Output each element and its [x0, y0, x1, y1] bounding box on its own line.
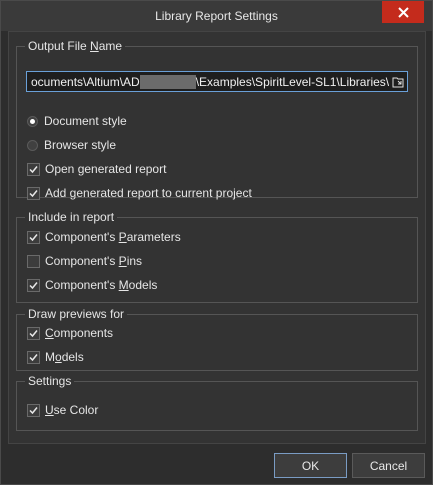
- settings-group: Settings Use Color: [16, 374, 418, 431]
- pins-option[interactable]: Component's Pins: [27, 253, 142, 269]
- include-group-title: Include in report: [25, 210, 118, 224]
- preview-models-checkbox[interactable]: [27, 350, 40, 364]
- preview-components-option[interactable]: Components: [27, 325, 113, 341]
- close-button[interactable]: [382, 1, 424, 23]
- output-file-group-title: Output File Name: [25, 39, 126, 53]
- checkmark-icon: [29, 406, 38, 414]
- document-style-option[interactable]: Document style: [27, 113, 127, 129]
- use-color-option[interactable]: Use Color: [27, 402, 98, 418]
- settings-group-title: Settings: [25, 374, 75, 388]
- preview-components-checkbox[interactable]: [27, 326, 40, 340]
- open-report-option[interactable]: Open generated report: [27, 161, 166, 177]
- pins-checkbox[interactable]: [27, 254, 40, 268]
- previews-group-title: Draw previews for: [25, 307, 128, 321]
- settings-panel: Output File Name ocuments\Altium\AD \Exam…: [8, 31, 426, 444]
- add-report-option[interactable]: Add generated report to current project: [27, 185, 252, 201]
- browse-file-icon[interactable]: [389, 72, 407, 91]
- close-icon: [397, 6, 409, 18]
- checkmark-icon: [29, 165, 38, 173]
- checkmark-icon: [29, 329, 38, 337]
- redacted-block: [139, 74, 196, 89]
- models-option[interactable]: Component's Models: [27, 277, 157, 293]
- models-checkbox[interactable]: [27, 278, 40, 292]
- params-option[interactable]: Component's Parameters: [27, 229, 181, 245]
- params-checkbox[interactable]: [27, 230, 40, 244]
- dialog-window: Library Report Settings Output File Name…: [0, 0, 433, 485]
- preview-models-option[interactable]: Models: [27, 349, 84, 365]
- document-style-radio[interactable]: [27, 115, 38, 127]
- dialog-title: Library Report Settings: [155, 9, 278, 23]
- output-path-value: ocuments\Altium\AD \Examples\SpiritLevel-…: [31, 74, 389, 89]
- checkmark-icon: [29, 353, 38, 361]
- cancel-button[interactable]: Cancel: [352, 453, 425, 478]
- output-file-group: Output File Name ocuments\Altium\AD \Exam…: [16, 39, 418, 201]
- checkmark-icon: [29, 281, 38, 289]
- checkmark-icon: [29, 189, 38, 197]
- checkmark-icon: [29, 233, 38, 241]
- previews-group: Draw previews for Components Models: [16, 307, 418, 371]
- add-report-checkbox[interactable]: [27, 186, 40, 200]
- ok-button[interactable]: OK: [274, 453, 347, 478]
- title-bar: Library Report Settings: [1, 1, 432, 31]
- browser-style-option[interactable]: Browser style: [27, 137, 116, 153]
- include-group: Include in report Component's Parameters…: [16, 210, 418, 303]
- open-report-checkbox[interactable]: [27, 162, 40, 176]
- output-path-input[interactable]: ocuments\Altium\AD \Examples\SpiritLevel-…: [26, 71, 408, 92]
- browser-style-radio[interactable]: [27, 139, 38, 151]
- use-color-checkbox[interactable]: [27, 403, 40, 417]
